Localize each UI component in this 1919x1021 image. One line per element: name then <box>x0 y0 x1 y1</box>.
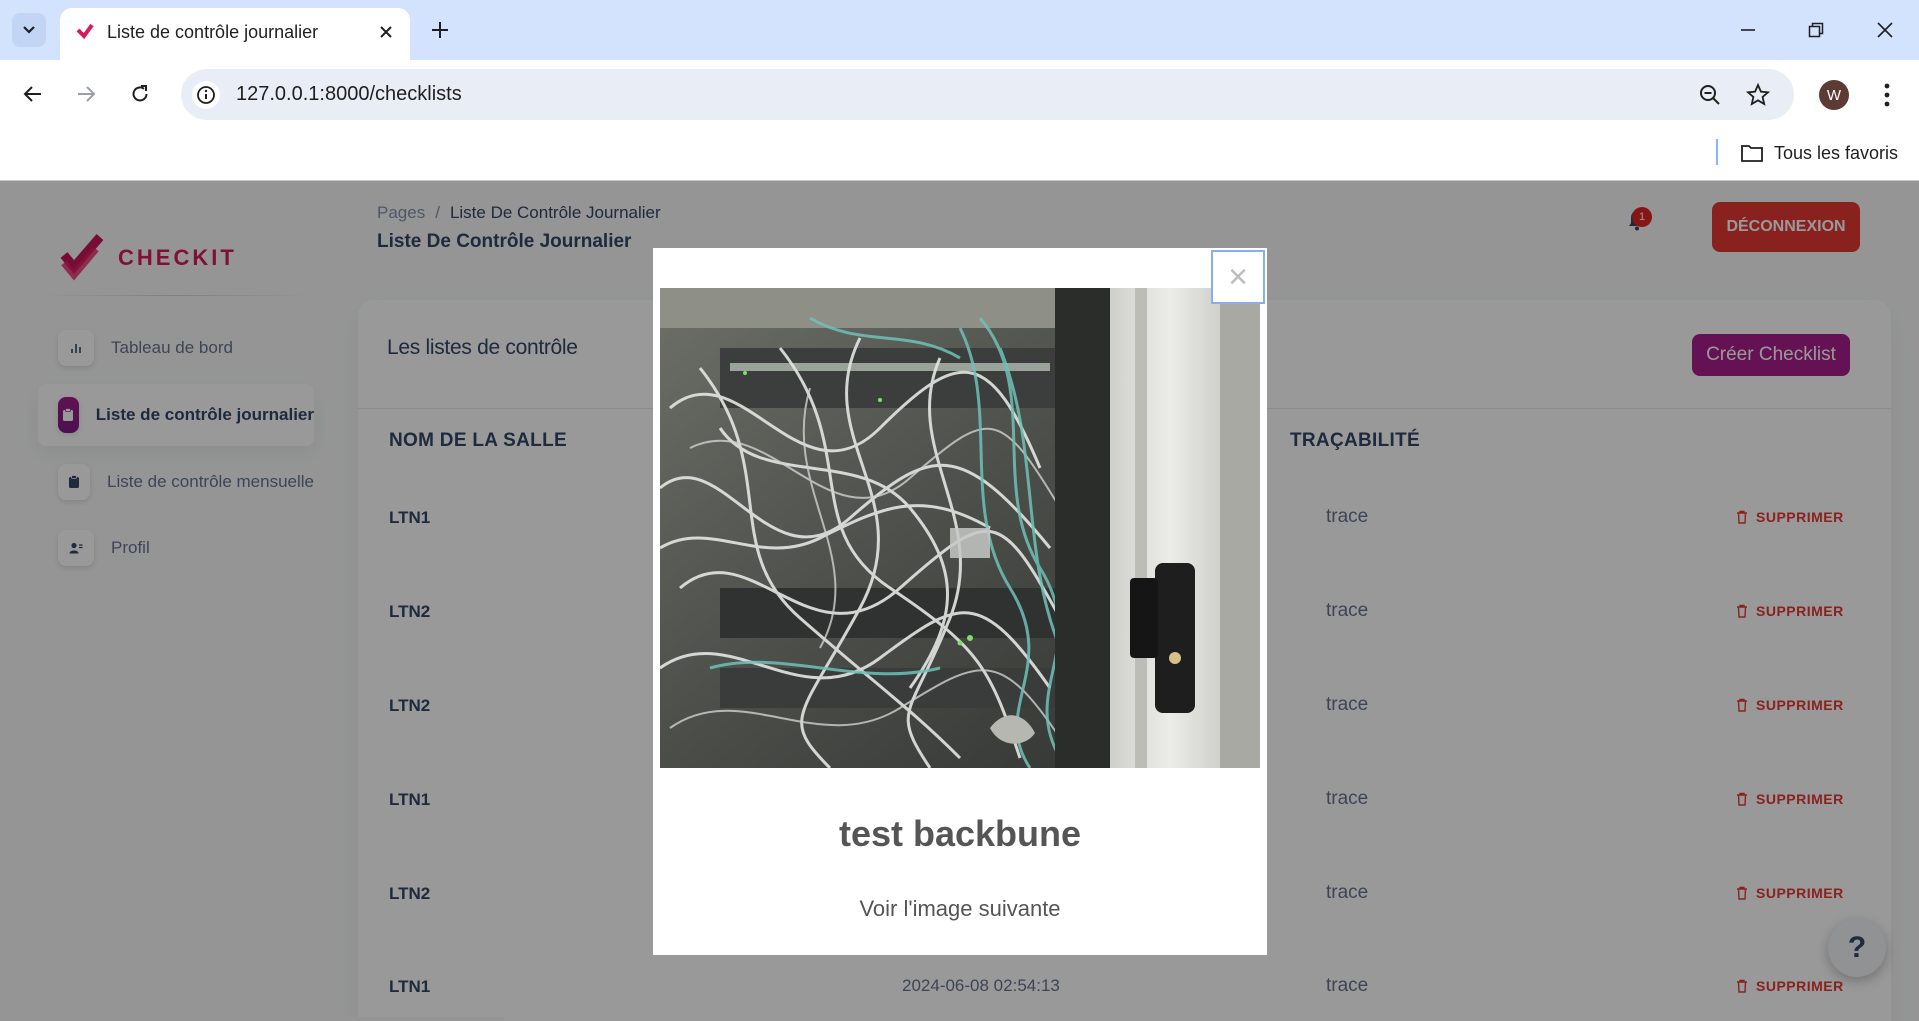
bookmark-star-button[interactable] <box>1744 81 1772 109</box>
profile-avatar[interactable]: W <box>1819 80 1849 110</box>
bookmarks-bar: Tous les favoris <box>0 129 1919 181</box>
minimize-icon <box>1741 29 1755 31</box>
close-icon <box>1877 22 1893 38</box>
info-icon <box>197 86 215 104</box>
all-bookmarks-label: Tous les favoris <box>1774 142 1899 163</box>
tab-title: Liste de contrôle journalier <box>107 22 319 42</box>
star-icon <box>1746 83 1770 106</box>
arrow-left-icon <box>23 86 41 102</box>
zoom-out-icon <box>1700 85 1720 105</box>
plus-icon <box>432 22 448 38</box>
modal-close-button[interactable]: × <box>1211 250 1265 304</box>
window-close-button[interactable] <box>1865 10 1905 50</box>
more-vertical-icon <box>1884 83 1890 107</box>
browser-menu-button[interactable] <box>1872 78 1902 112</box>
zoom-button[interactable] <box>1696 81 1724 109</box>
next-image-link[interactable]: Voir l'image suivante <box>653 896 1267 922</box>
site-info-button[interactable] <box>192 81 220 109</box>
reload-icon <box>132 85 148 102</box>
bookmarks-separator <box>1716 139 1718 165</box>
arrow-right-icon <box>78 86 96 102</box>
close-icon <box>380 26 392 38</box>
browser-tabstrip: Liste de contrôle journalier <box>0 0 1919 60</box>
forward-button[interactable] <box>68 76 104 112</box>
restore-button[interactable] <box>1796 10 1836 50</box>
server-rack-image <box>660 288 1260 768</box>
new-tab-button[interactable] <box>424 14 456 46</box>
folder-icon <box>1741 145 1763 162</box>
minimize-button[interactable] <box>1728 10 1768 50</box>
server-rack-photo <box>660 288 1260 768</box>
image-modal: × test backbune Voir l'image suivante <box>653 248 1267 955</box>
all-bookmarks-folder[interactable]: Tous les favoris <box>1740 139 1898 167</box>
url-text[interactable]: 127.0.0.1:8000/checklists <box>236 83 462 106</box>
reload-button[interactable] <box>122 76 158 112</box>
back-button[interactable] <box>15 76 51 112</box>
address-bar[interactable]: 127.0.0.1:8000/checklists <box>181 69 1794 120</box>
browser-toolbar: 127.0.0.1:8000/checklists <box>0 60 1919 129</box>
chevron-down-icon <box>23 26 35 34</box>
browser-tab-active[interactable]: Liste de contrôle journalier <box>60 8 410 60</box>
checkit-favicon-icon <box>76 23 94 40</box>
tab-search-button[interactable] <box>12 13 46 47</box>
image-caption: test backbune <box>838 813 1082 854</box>
restore-icon <box>1808 22 1824 38</box>
tab-close-button[interactable] <box>374 20 398 44</box>
